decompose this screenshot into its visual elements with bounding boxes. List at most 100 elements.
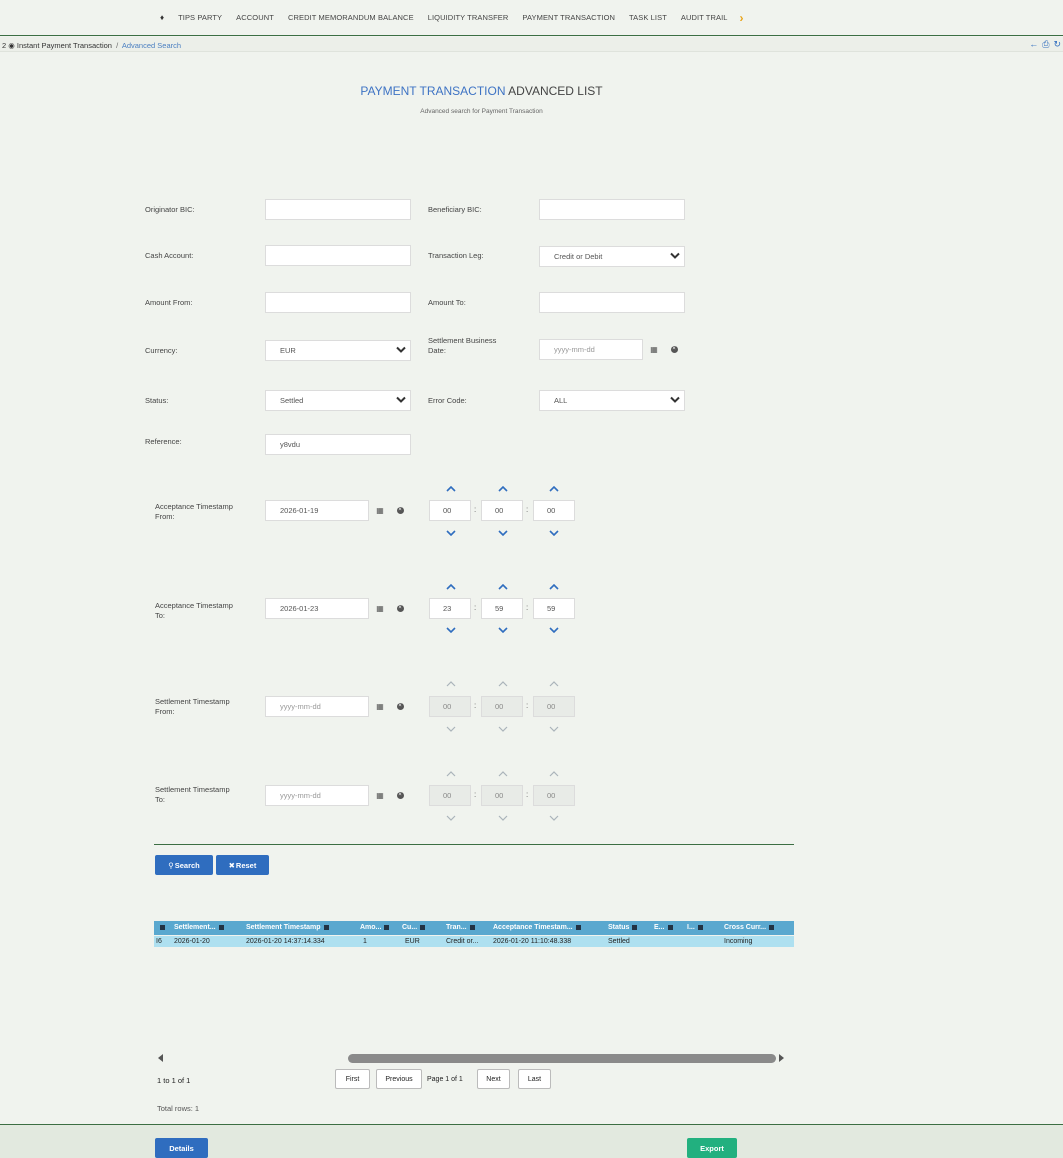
hour-up-icon [446, 771, 456, 777]
settlement-from-label-line1: Settlement Timestamp [155, 697, 230, 706]
hour-up-icon[interactable] [446, 584, 456, 590]
acceptance-to-label: Acceptance Timestamp To: [155, 601, 233, 621]
error-code-select[interactable]: ALL [539, 390, 685, 411]
acceptance-to-hour[interactable]: 23 [429, 598, 471, 619]
clear-date-icon[interactable]: × [391, 696, 409, 716]
settlement-to-date-input[interactable]: yyyy-mm-dd [265, 785, 369, 806]
grid-header-cell[interactable]: Cross Curr... [724, 921, 794, 935]
grid-column-selector[interactable] [157, 921, 169, 935]
grid-header-cell[interactable]: Tran... [446, 921, 488, 935]
table-cell [654, 936, 682, 947]
chevron-right-icon[interactable]: › [740, 12, 744, 24]
cash-account-input[interactable] [265, 245, 411, 266]
grid-header-cell[interactable]: I... [687, 921, 715, 935]
reset-button[interactable]: ✖ Reset [216, 855, 269, 875]
grid-header-cell[interactable]: Status [608, 921, 650, 935]
horizontal-scrollbar[interactable] [154, 1052, 794, 1064]
currency-select[interactable]: EUR [265, 340, 411, 361]
grid-header-cell[interactable]: Settlement Timestamp [246, 921, 360, 935]
acceptance-to-date-input[interactable]: 2026-01-23 [265, 598, 369, 619]
time-colon: : [474, 790, 477, 799]
acceptance-from-hour[interactable]: 00 [429, 500, 471, 521]
home-icon[interactable]: ♦ [160, 13, 164, 22]
calendar-icon[interactable]: ▦ [371, 696, 389, 716]
print-icon[interactable]: ⎙ [1042, 39, 1049, 50]
acceptance-from-minute[interactable]: 00 [481, 500, 523, 521]
originator-bic-input[interactable] [265, 199, 411, 220]
refresh-icon[interactable]: ↻ [1053, 39, 1061, 50]
grid-header-label: Status [608, 924, 630, 931]
grid-header-cell[interactable]: Settlement... [174, 921, 246, 935]
nav-task-list[interactable]: TASK LIST [629, 13, 667, 22]
calendar-icon[interactable]: ▦ [371, 785, 389, 805]
back-arrow-icon[interactable]: ← [1029, 39, 1038, 50]
acceptance-to-second[interactable]: 59 [533, 598, 575, 619]
amount-from-input[interactable] [265, 292, 411, 313]
minute-down-icon[interactable] [498, 530, 508, 536]
second-down-icon[interactable] [549, 627, 559, 633]
nav-audit-trail[interactable]: AUDIT TRAIL [681, 13, 728, 22]
table-cell: 1 [363, 938, 367, 945]
grid-header-cell[interactable]: Amo... [360, 921, 398, 935]
hour-down-icon[interactable] [446, 627, 456, 633]
scroll-right-icon[interactable] [779, 1054, 784, 1062]
details-button[interactable]: Details [155, 1138, 208, 1158]
beneficiary-bic-input[interactable] [539, 199, 685, 220]
nav-liquidity-transfer[interactable]: LIQUIDITY TRANSFER [428, 13, 509, 22]
next-page-button[interactable]: Next [477, 1069, 510, 1089]
hour-up-icon[interactable] [446, 486, 456, 492]
chevron-down-icon [670, 396, 680, 403]
grid-header-cell[interactable]: Acceptance Timestam... [493, 921, 603, 935]
clear-date-icon[interactable]: × [665, 339, 683, 359]
grid-header-cell[interactable]: Cu... [402, 921, 440, 935]
second-down-icon[interactable] [549, 530, 559, 536]
clear-date-icon[interactable]: × [391, 598, 409, 618]
acceptance-to-minute[interactable]: 59 [481, 598, 523, 619]
amount-to-input[interactable] [539, 292, 685, 313]
scrollbar-thumb[interactable] [348, 1054, 776, 1063]
top-navigation: ♦ TIPS PARTY ACCOUNT CREDIT MEMORANDUM B… [0, 0, 1063, 36]
previous-page-button[interactable]: Previous [376, 1069, 422, 1089]
minute-up-icon[interactable] [498, 584, 508, 590]
time-colon: : [526, 790, 529, 799]
search-button[interactable]: ⚲ Search [155, 855, 213, 875]
clear-date-icon[interactable]: × [391, 500, 409, 520]
scroll-left-icon[interactable] [158, 1054, 163, 1062]
grid-header-cell[interactable]: E... [654, 921, 682, 935]
minute-up-icon[interactable] [498, 486, 508, 492]
reference-label: Reference: [145, 437, 182, 446]
transaction-leg-select[interactable]: Credit or Debit [539, 246, 685, 267]
status-select[interactable]: Settled [265, 390, 411, 411]
settlement-from-hour: 00 [429, 696, 471, 717]
clear-date-icon[interactable]: × [391, 785, 409, 805]
last-page-button[interactable]: Last [518, 1069, 551, 1089]
reset-button-label: Reset [235, 860, 257, 870]
nav-tips-party[interactable]: TIPS PARTY [178, 13, 222, 22]
search-icon: ⚲ [168, 860, 174, 870]
minute-down-icon[interactable] [498, 627, 508, 633]
calendar-icon[interactable]: ▦ [645, 339, 663, 359]
settlement-from-label: Settlement Timestamp From: [155, 697, 230, 717]
export-button[interactable]: Export [687, 1138, 737, 1158]
nav-payment-transaction[interactable]: PAYMENT TRANSACTION [522, 13, 615, 22]
amount-from-label: Amount From: [145, 298, 193, 307]
settlement-from-minute: 00 [481, 696, 523, 717]
calendar-icon[interactable]: ▦ [371, 598, 389, 618]
calendar-icon[interactable]: ▦ [371, 500, 389, 520]
settlement-business-date-input[interactable]: yyyy-mm-dd [539, 339, 643, 360]
reference-input[interactable]: y8vdu [265, 434, 411, 455]
grid-header-label: I... [687, 924, 695, 931]
hour-down-icon[interactable] [446, 530, 456, 536]
first-page-button[interactable]: First [335, 1069, 370, 1089]
second-up-icon[interactable] [549, 486, 559, 492]
nav-account[interactable]: ACCOUNT [236, 13, 274, 22]
nav-credit-memorandum-balance[interactable]: CREDIT MEMORANDUM BALANCE [288, 13, 414, 22]
breadcrumb-parent[interactable]: Instant Payment Transaction [17, 41, 112, 50]
acceptance-from-second[interactable]: 00 [533, 500, 575, 521]
table-cell: I6 [156, 938, 162, 945]
acceptance-from-date-input[interactable]: 2026-01-19 [265, 500, 369, 521]
settlement-to-hour: 00 [429, 785, 471, 806]
minute-up-icon [498, 681, 508, 687]
settlement-from-date-input[interactable]: yyyy-mm-dd [265, 696, 369, 717]
second-up-icon[interactable] [549, 584, 559, 590]
